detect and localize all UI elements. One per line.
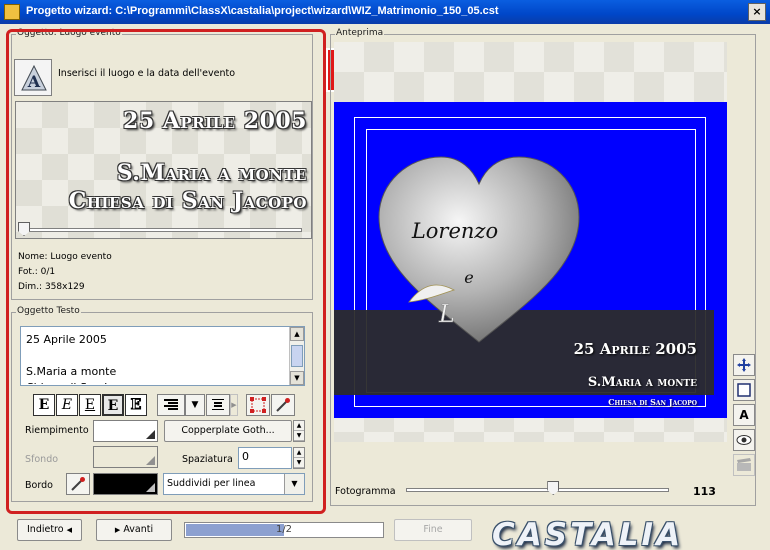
back-button[interactable]: Indietro ◀ [17,519,82,541]
text-content[interactable]: 25 Aprile 2005 S.Maria a monte Chiesa di… [26,332,286,384]
eye-icon [736,435,752,445]
font-spin-down-icon[interactable]: ▼ [294,431,304,441]
window-title: Progetto wizard: C:\Programmi\ClassX\cas… [26,5,499,17]
next-arrow-icon: ▶ [114,526,121,534]
align-dropdown-icon[interactable]: ▼ [185,394,205,416]
spacing-label: Spaziatura [182,454,233,465]
object-description: Inserisci il luogo e la data dell'evento [58,68,236,79]
back-arrow-icon: ◀ [66,526,72,534]
finish-button[interactable]: Fine [394,519,472,541]
spacing-spinner[interactable]: ▲ ▼ [293,447,305,469]
fill-label: Riempimento [25,425,89,436]
spacing-spin-up-icon[interactable]: ▲ [294,448,304,458]
step-progress-text: 1/2 [275,524,293,535]
move-icon [737,358,751,372]
eyedropper-button[interactable] [271,394,295,416]
castalia-logo: CASTALIA [492,517,684,550]
split-value: Suddividi per linea [167,478,256,489]
font-spinner[interactable]: ▲ ▼ [293,420,305,442]
info-nome: Nome: Luogo evento [18,252,112,262]
info-fot: Fot.: 0/1 [18,267,56,277]
object-slider-track[interactable] [22,228,302,232]
preview-panel-legend: Anteprima [335,28,385,38]
italic-button[interactable]: E [56,394,78,416]
frame-label: Fotogramma [335,486,396,497]
font-spin-up-icon[interactable]: ▲ [294,421,304,431]
eyedropper-icon [276,398,290,412]
next-button[interactable]: ▶ Avanti [96,519,172,541]
spacing-input[interactable]: 0 [238,447,292,469]
back-label: Indietro [27,524,64,535]
clapper-icon [737,458,751,471]
split-dropdown-icon[interactable]: ▼ [284,474,304,494]
text-panel-legend: Oggetto Testo [16,306,81,316]
preview-place: S.Maria a monte [116,160,307,186]
shadow-button[interactable]: E [102,394,124,416]
frame-slider-track[interactable] [406,488,669,492]
svg-text:A: A [27,72,41,91]
view-tool[interactable] [733,429,755,451]
text-tool[interactable]: A [733,404,755,426]
heart-initial: L [438,300,455,328]
heart-name-first: Lorenzo [411,219,498,243]
frame-value: 113 [693,485,716,498]
move-tool[interactable] [733,354,755,376]
vertical-align-button[interactable] [206,394,230,416]
fill-swatch-corner-icon [146,430,155,439]
spacing-spin-down-icon[interactable]: ▼ [294,458,304,468]
bold-button[interactable]: E [33,394,55,416]
border-color-swatch[interactable] [93,473,158,495]
background-label: Sfondo [25,454,59,465]
text-scrollbar[interactable]: ▲ ▼ [289,327,304,385]
clapper-tool[interactable] [733,454,755,476]
underline-button[interactable]: E [79,394,101,416]
title-bar: Progetto wizard: C:\Programmi\ClassX\cas… [0,0,770,24]
font-button[interactable]: Copperplate Goth... [164,420,292,442]
outline-button[interactable]: E [125,394,147,416]
next-label: Avanti [123,524,154,535]
step-progress: 1/2 [184,522,384,538]
preview-canvas[interactable]: Lorenzo e L 25 Aprile 2005 S.Maria a mon… [334,102,727,418]
bounding-box-icon [250,397,266,413]
band-place: S.Maria a monte [587,375,697,390]
heart-name-and: e [464,268,473,287]
select-tool[interactable] [733,379,755,401]
eyedropper-icon [71,477,85,491]
app-icon [4,4,20,20]
vertical-align-icon [212,399,224,410]
band-church: Chiesa di San Jacopo [608,397,697,407]
text-object-icon[interactable]: A [14,59,52,96]
band-date: 25 Aprile 2005 [573,340,697,358]
background-swatch-corner-icon [146,456,155,465]
object-preview: 25 Aprile 2005 S.Maria a monte Chiesa di… [15,101,312,239]
wizard-client: Oggetto: Luogo evento A Inserisci il luo… [0,24,770,550]
select-icon [737,383,751,397]
preview-date: 25 Aprile 2005 [123,108,307,134]
text-editor[interactable]: 25 Aprile 2005 S.Maria a monte Chiesa di… [20,326,305,386]
border-swatch-corner-icon [146,483,155,492]
background-color-swatch[interactable] [93,446,158,468]
preview-church: Chiesa di San Jacopo [68,188,307,214]
fill-color-swatch[interactable] [93,420,158,442]
object-panel-legend: Oggetto: Luogo evento [16,28,122,38]
bounding-box-button[interactable] [246,394,270,416]
close-button[interactable]: × [748,3,766,21]
more-arrow-icon[interactable]: ▶ [230,394,238,416]
align-button[interactable] [157,394,185,416]
scroll-up-icon[interactable]: ▲ [290,327,304,341]
align-right-icon [164,399,178,410]
text-icon: A [739,408,749,422]
border-eyedropper-button[interactable] [66,473,90,495]
heart-image: Lorenzo e L [378,156,580,343]
border-label: Bordo [25,480,53,491]
navigation-bar: Indietro ◀ ▶ Avanti 1/2 Fine CASTALIA [0,514,770,550]
info-dim: Dim.: 358x129 [18,282,85,292]
scroll-thumb[interactable] [291,345,303,367]
scroll-down-icon[interactable]: ▼ [290,371,304,385]
split-combo[interactable]: Suddividi per linea ▼ [163,473,305,495]
